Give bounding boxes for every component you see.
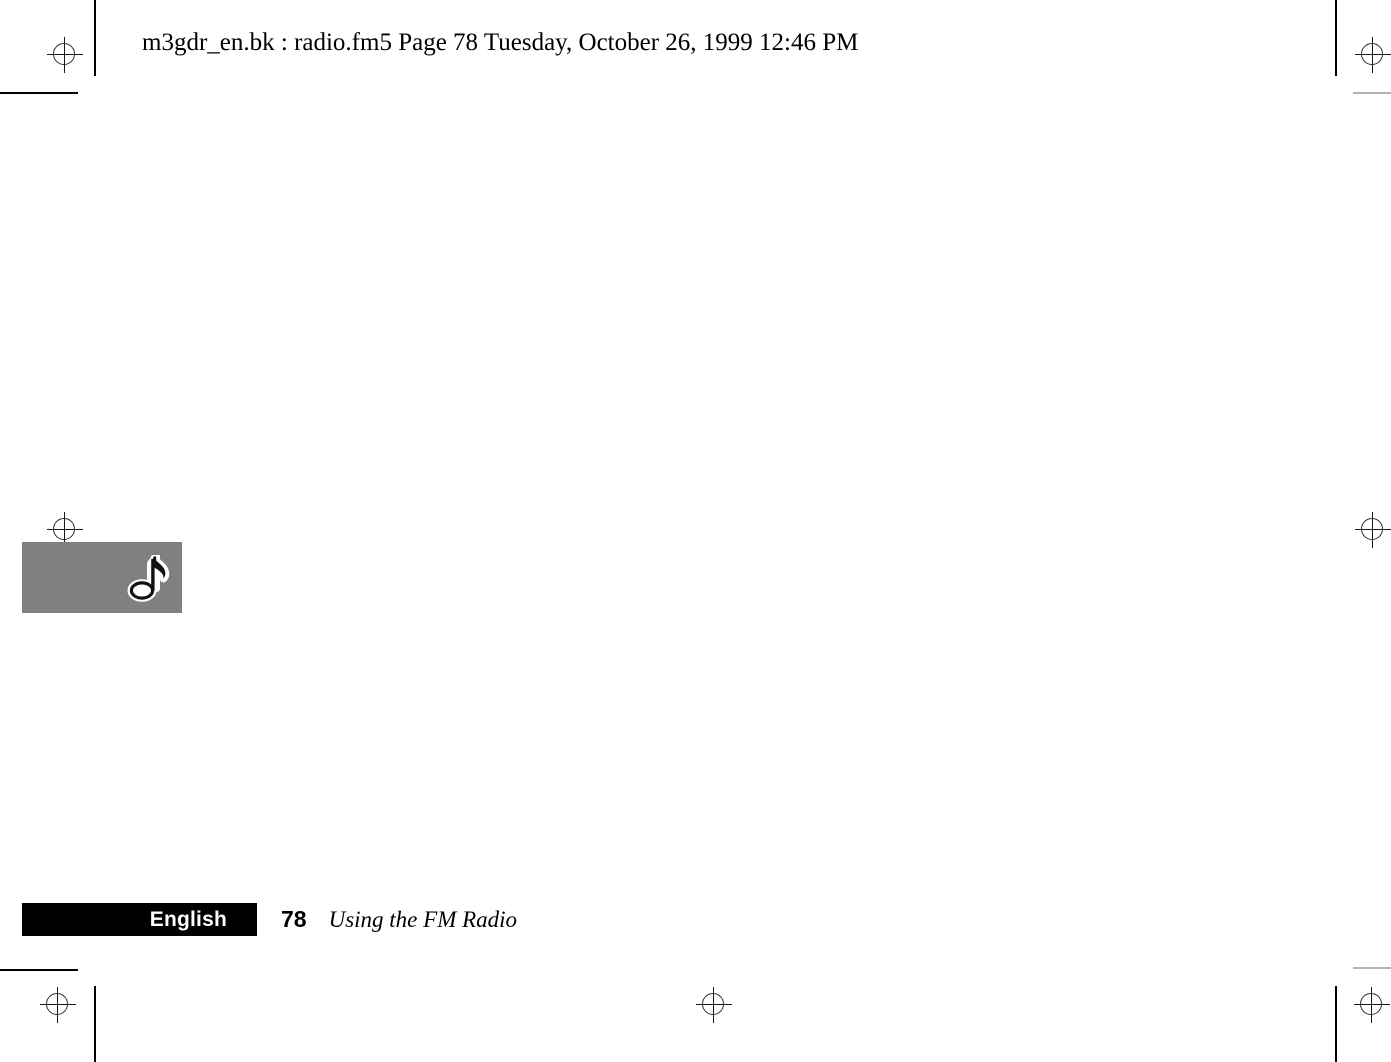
registration-crosshair-vertical-icon <box>57 987 58 1023</box>
crop-mark-vertical-bottom-left <box>94 986 96 1062</box>
crop-mark-horizontal-bottom-left <box>0 969 78 971</box>
crop-mark-vertical-top-left <box>94 0 96 76</box>
registration-crosshair-horizontal-icon <box>1355 54 1391 55</box>
language-bar: English <box>22 903 257 936</box>
crop-mark-vertical-bottom-right <box>1335 986 1337 1062</box>
footer-meta: 78 Using the FM Radio <box>257 903 517 936</box>
registration-crosshair-horizontal-icon <box>696 1004 732 1005</box>
proof-header-text: m3gdr_en.bk : radio.fm5 Page 78 Tuesday,… <box>142 29 859 56</box>
registration-crosshair-horizontal-icon <box>1355 529 1391 530</box>
crop-mark-horizontal-top-left <box>0 92 78 94</box>
crop-mark-horizontal-top-right <box>1353 92 1391 94</box>
registration-mark-bottom-center <box>696 987 732 1023</box>
registration-mark-bottom-left <box>40 987 76 1023</box>
music-note-icon <box>126 555 172 603</box>
registration-crosshair-horizontal-icon <box>47 529 83 530</box>
registration-crosshair-horizontal-icon <box>1354 1004 1390 1005</box>
registration-mark-bottom-right <box>1354 987 1390 1023</box>
page-number: 78 <box>281 906 307 932</box>
registration-crosshair-vertical-icon <box>1372 512 1373 548</box>
crop-mark-horizontal-bottom-right <box>1353 967 1391 969</box>
section-title: Using the FM Radio <box>328 907 518 932</box>
registration-crosshair-vertical-icon <box>713 987 714 1023</box>
registration-mark-top-left <box>47 37 83 73</box>
registration-crosshair-vertical-icon <box>1371 987 1372 1023</box>
chapter-icon-panel <box>22 542 182 613</box>
registration-crosshair-vertical-icon <box>64 37 65 73</box>
page-footer: English 78 Using the FM Radio <box>22 903 517 936</box>
registration-crosshair-vertical-icon <box>1372 37 1373 73</box>
crop-mark-vertical-top-right <box>1335 0 1337 76</box>
registration-crosshair-horizontal-icon <box>47 54 83 55</box>
registration-crosshair-horizontal-icon <box>40 1004 76 1005</box>
proof-page: m3gdr_en.bk : radio.fm5 Page 78 Tuesday,… <box>0 0 1391 1062</box>
language-label: English <box>149 908 227 931</box>
registration-mark-middle-right <box>1355 512 1391 548</box>
registration-mark-top-right <box>1355 37 1391 73</box>
